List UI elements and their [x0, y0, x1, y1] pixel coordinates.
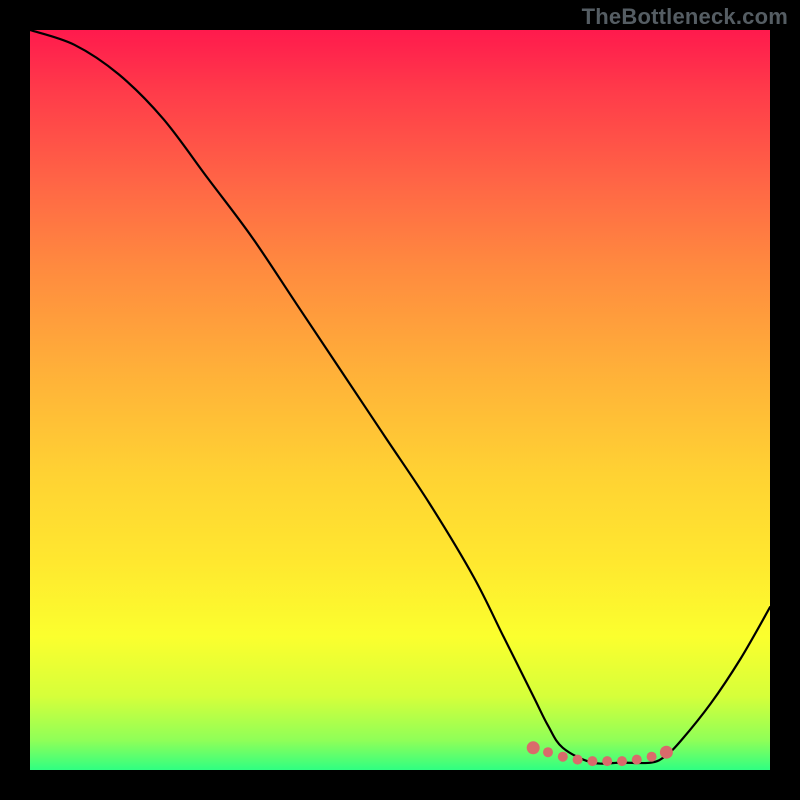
curve-path	[30, 30, 770, 764]
marker-dot	[617, 756, 627, 766]
marker-dot	[558, 752, 568, 762]
marker-dot	[573, 755, 583, 765]
marker-dot	[647, 752, 657, 762]
chart-svg	[30, 30, 770, 770]
marker-dot	[602, 756, 612, 766]
marker-dot-end	[660, 746, 673, 759]
marker-dot	[632, 755, 642, 765]
marker-dot-end	[527, 741, 540, 754]
plot-area	[30, 30, 770, 770]
watermark-text: TheBottleneck.com	[582, 4, 788, 30]
chart-frame: TheBottleneck.com	[0, 0, 800, 800]
marker-dot	[543, 747, 553, 757]
marker-dot	[587, 756, 597, 766]
